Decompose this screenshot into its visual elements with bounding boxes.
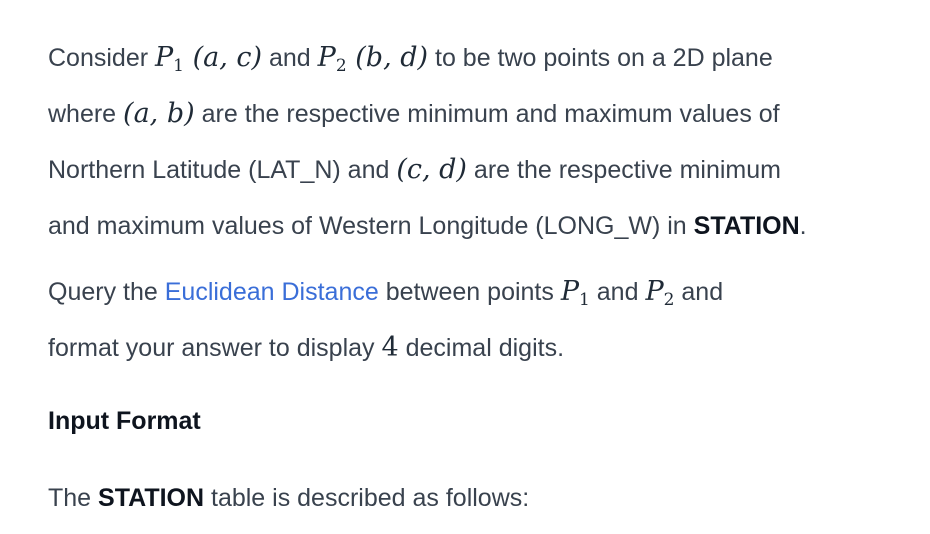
math-var: P <box>155 42 174 73</box>
table-description-paragraph: The STATION table is described as follow… <box>48 470 529 526</box>
table-name-station: STATION <box>693 212 800 240</box>
math-cd: (c, d) <box>396 154 467 185</box>
math-subscript: 2 <box>335 56 347 76</box>
query-paragraph: Query the Euclidean Distance between poi… <box>48 264 908 376</box>
text-span: and <box>262 44 318 72</box>
math-var: P <box>645 276 664 307</box>
math-subscript: 2 <box>663 290 675 310</box>
text-span: . <box>799 212 807 240</box>
text-span: table is described as follows: <box>204 484 530 512</box>
text-span: where <box>48 100 124 128</box>
math-digits: 4 <box>381 332 398 363</box>
math-number: 4 <box>381 332 399 363</box>
math-args <box>184 42 193 73</box>
text-span: The <box>48 484 99 512</box>
text-span: Query the <box>48 278 165 306</box>
point-p2: P2 <box>645 276 675 310</box>
text-span: and <box>674 278 724 306</box>
text-span: Northern Latitude (LAT_N) and <box>48 156 397 184</box>
math-var: P <box>560 276 579 307</box>
math-ab: (a, b) <box>123 98 195 129</box>
text-span: are the respective minimum and maximum v… <box>194 100 780 128</box>
point-p1: P1 <box>560 276 590 310</box>
description-paragraph: Consider P1 (a, c) and P2 (b, d) to be t… <box>48 30 908 254</box>
math-var: P <box>317 42 336 73</box>
math-args <box>347 42 356 73</box>
math-args-text: (a, c) <box>192 42 263 73</box>
text-span: and <box>589 278 646 306</box>
euclidean-distance-link[interactable]: Euclidean Distance <box>165 278 379 306</box>
point-p1: P1 (a, c) <box>155 42 263 76</box>
text-span: to be two points on a 2D plane <box>428 44 773 72</box>
text-span: and maximum values of Western Longitude … <box>48 212 694 240</box>
math-args-text: (b, d) <box>355 42 429 73</box>
table-name-station: STATION <box>98 484 205 512</box>
text-span: format your answer to display <box>48 334 382 362</box>
input-format-heading: Input Format <box>48 407 201 435</box>
text-span: decimal digits. <box>398 334 565 362</box>
text-span: Consider <box>48 44 155 72</box>
math-subscript: 1 <box>173 56 184 76</box>
text-span: between points <box>378 278 561 306</box>
point-p2: P2 (b, d) <box>317 42 429 76</box>
math-subscript: 1 <box>579 290 590 310</box>
text-span: are the respective minimum <box>466 156 781 184</box>
problem-statement: Consider P1 (a, c) and P2 (b, d) to be t… <box>48 30 908 512</box>
